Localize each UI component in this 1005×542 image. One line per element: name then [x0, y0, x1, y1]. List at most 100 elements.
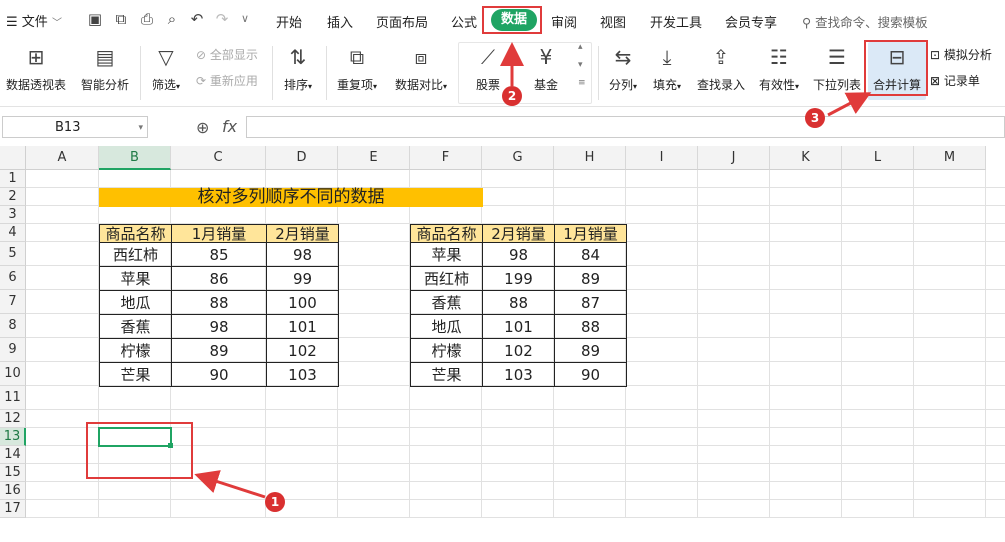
tab-developer[interactable]: 开发工具: [650, 12, 702, 31]
tab-review[interactable]: 审阅: [551, 12, 577, 31]
table1-cell[interactable]: 100: [266, 290, 339, 315]
chevron-down-icon[interactable]: ∨: [236, 10, 254, 28]
row-header-7[interactable]: 7: [0, 290, 26, 314]
row-header-12[interactable]: 12: [0, 410, 26, 428]
table2-cell[interactable]: 地瓜: [410, 314, 483, 339]
spreadsheet-grid[interactable]: ABCDEFGHIJKLM 1 2 3 4 5 6 7 8 9 10 11 12 13 14 15 16 17 …: [0, 146, 1005, 542]
table1-header-cell[interactable]: 2月销量: [266, 224, 339, 243]
row-header-11[interactable]: 11: [0, 386, 26, 410]
row-header-6[interactable]: 6: [0, 266, 26, 290]
sheet-title[interactable]: 核对多列顺序不同的数据: [99, 188, 483, 207]
table1-header-cell[interactable]: 1月销量: [171, 224, 267, 243]
row-header-16[interactable]: 16: [0, 482, 26, 500]
table1-cell[interactable]: 98: [266, 242, 339, 267]
print-icon[interactable]: ⎙: [138, 10, 156, 28]
table2-cell[interactable]: 89: [554, 338, 627, 363]
table2-cell[interactable]: 199: [482, 266, 555, 291]
fill-button[interactable]: ⤓ 填充▾: [648, 44, 686, 93]
table2-header-cell[interactable]: 1月销量: [554, 224, 627, 243]
table1-cell[interactable]: 103: [266, 362, 339, 387]
split-column-button[interactable]: ⇆ 分列▾: [604, 44, 642, 93]
table1-cell[interactable]: 99: [266, 266, 339, 291]
row-header-8[interactable]: 8: [0, 314, 26, 338]
row-header-9[interactable]: 9: [0, 338, 26, 362]
export-icon[interactable]: ⧉: [112, 10, 130, 28]
row-header-14[interactable]: 14: [0, 446, 26, 464]
dropdown-list-button[interactable]: ☰ 下拉列表: [810, 44, 864, 93]
table2-cell[interactable]: 101: [482, 314, 555, 339]
reapply-button[interactable]: ⟳ 重新应用: [196, 72, 258, 89]
table2-cell[interactable]: 102: [482, 338, 555, 363]
table1-cell[interactable]: 苹果: [99, 266, 172, 291]
table1-cell[interactable]: 85: [171, 242, 267, 267]
column-header-i[interactable]: I: [626, 146, 698, 170]
sort-button[interactable]: ⇅ 排序▾: [278, 44, 318, 93]
column-header-a[interactable]: A: [26, 146, 99, 170]
table1-cell[interactable]: 西红柿: [99, 242, 172, 267]
column-header-d[interactable]: D: [266, 146, 338, 170]
table2-cell[interactable]: 柠檬: [410, 338, 483, 363]
fx-icon[interactable]: fx: [222, 117, 237, 136]
name-box[interactable]: B13 ▾: [2, 116, 148, 138]
undo-icon[interactable]: ↶: [188, 10, 206, 28]
data-compare-button[interactable]: ⧈ 数据对比▾: [390, 44, 452, 93]
table2-cell[interactable]: 香蕉: [410, 290, 483, 315]
table2-cell[interactable]: 苹果: [410, 242, 483, 267]
simulate-analysis-button[interactable]: ⊡ 模拟分析: [930, 46, 992, 63]
smart-analysis-button[interactable]: ▤ 智能分析: [78, 44, 132, 93]
table1-header-cell[interactable]: 商品名称: [99, 224, 172, 243]
row-header-15[interactable]: 15: [0, 464, 26, 482]
tab-view[interactable]: 视图: [600, 12, 626, 31]
table1-cell[interactable]: 98: [171, 314, 267, 339]
table1-cell[interactable]: 90: [171, 362, 267, 387]
table2-cell[interactable]: 98: [482, 242, 555, 267]
tab-page-layout[interactable]: 页面布局: [376, 12, 428, 31]
select-all-corner[interactable]: [0, 146, 26, 170]
table1-cell[interactable]: 芒果: [99, 362, 172, 387]
row-header-1[interactable]: 1: [0, 170, 26, 188]
lookup-entry-button[interactable]: ⇪ 查找录入: [694, 44, 748, 93]
table2-cell[interactable]: 西红柿: [410, 266, 483, 291]
table2-header-cell[interactable]: 商品名称: [410, 224, 483, 243]
chevron-down-icon[interactable]: ▾: [138, 117, 143, 139]
duplicates-button[interactable]: ⧉ 重复项▾: [332, 44, 382, 93]
table1-cell[interactable]: 88: [171, 290, 267, 315]
zoom-search-icon[interactable]: ⊕: [196, 118, 209, 137]
tab-member[interactable]: 会员专享: [725, 12, 777, 31]
row-header-10[interactable]: 10: [0, 362, 26, 386]
file-menu[interactable]: ☰ 文件 ﹀: [6, 11, 62, 30]
column-header-m[interactable]: M: [914, 146, 986, 170]
column-header-b[interactable]: B: [99, 146, 171, 170]
column-header-h[interactable]: H: [554, 146, 626, 170]
table1-cell[interactable]: 101: [266, 314, 339, 339]
table2-cell[interactable]: 103: [482, 362, 555, 387]
gallery-down-icon[interactable]: ▾: [578, 60, 583, 70]
show-all-button[interactable]: ⊘ 全部显示: [196, 46, 258, 63]
table2-cell[interactable]: 89: [554, 266, 627, 291]
table2-cell[interactable]: 88: [554, 314, 627, 339]
filter-button[interactable]: ▽ 筛选▾: [146, 44, 186, 93]
row-header-4[interactable]: 4: [0, 224, 26, 242]
command-search[interactable]: ⚲ 查找命令、搜索模板: [802, 12, 928, 31]
table1-cell[interactable]: 89: [171, 338, 267, 363]
table1-cell[interactable]: 102: [266, 338, 339, 363]
tab-formula[interactable]: 公式: [451, 12, 477, 31]
table2-cell[interactable]: 90: [554, 362, 627, 387]
table2-cell[interactable]: 87: [554, 290, 627, 315]
column-header-e[interactable]: E: [338, 146, 410, 170]
pivot-table-button[interactable]: ⊞ 数据透视表: [4, 44, 68, 93]
table1-cell[interactable]: 香蕉: [99, 314, 172, 339]
tab-insert[interactable]: 插入: [327, 12, 353, 31]
table2-cell[interactable]: 84: [554, 242, 627, 267]
stock-button[interactable]: ⟋ 股票: [470, 44, 506, 93]
tab-home[interactable]: 开始: [276, 12, 302, 31]
table1-cell[interactable]: 地瓜: [99, 290, 172, 315]
redo-icon[interactable]: ↷: [213, 10, 231, 28]
gallery-more-icon[interactable]: ≡: [578, 78, 586, 88]
column-header-g[interactable]: G: [482, 146, 554, 170]
save-icon[interactable]: ▣: [86, 10, 104, 28]
column-header-c[interactable]: C: [171, 146, 266, 170]
table1-cell[interactable]: 86: [171, 266, 267, 291]
column-header-f[interactable]: F: [410, 146, 482, 170]
table2-cell[interactable]: 88: [482, 290, 555, 315]
